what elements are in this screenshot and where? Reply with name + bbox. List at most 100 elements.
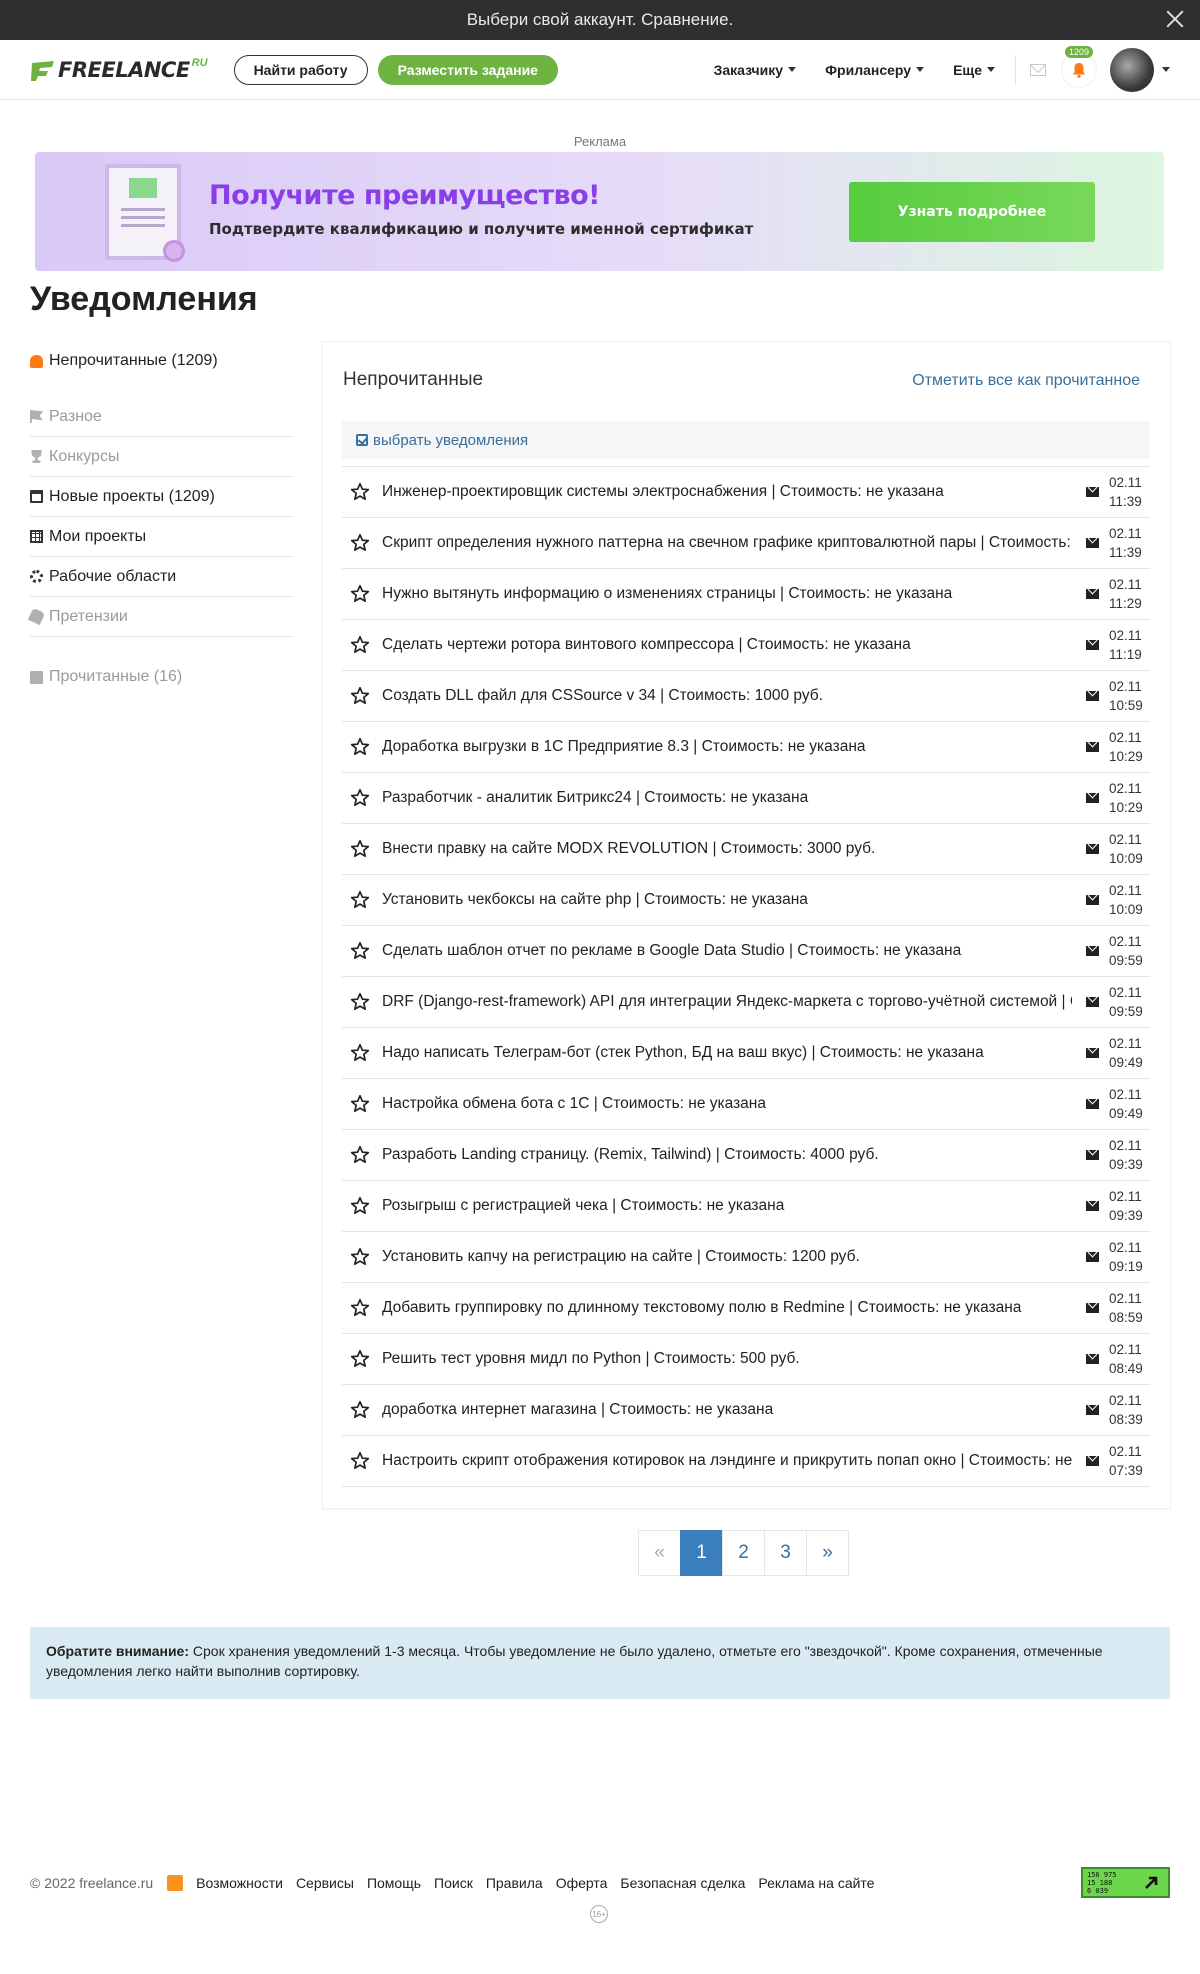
notification-text[interactable]: Создать DLL файл для CSSource v 34 | Сто… <box>382 687 1072 705</box>
star-icon[interactable] <box>350 1094 370 1114</box>
visit-counter[interactable]: 156 975 15 188 6 039 <box>1081 1867 1170 1898</box>
footer-link-features[interactable]: Возможности <box>196 1875 283 1891</box>
notification-row[interactable]: Установить чекбоксы на сайте php | Стоим… <box>342 875 1150 926</box>
envelope-icon[interactable] <box>1086 1048 1099 1058</box>
notification-row[interactable]: Скрипт определения нужного паттерна на с… <box>342 518 1150 569</box>
sidebar-item-my-projects[interactable]: Мои проекты <box>30 517 292 557</box>
envelope-icon[interactable] <box>1086 640 1099 650</box>
pagination-prev[interactable]: « <box>638 1530 681 1576</box>
star-icon[interactable] <box>350 584 370 604</box>
notification-text[interactable]: Внести правку на сайте MODX REVOLUTION |… <box>382 840 1072 858</box>
post-task-button[interactable]: Разместить задание <box>377 54 558 85</box>
pagination-page[interactable]: 2 <box>722 1530 765 1576</box>
notification-text[interactable]: Сделать чертежи ротора винтового компрес… <box>382 636 1072 654</box>
footer-link-services[interactable]: Сервисы <box>296 1875 354 1891</box>
envelope-icon[interactable] <box>1086 1252 1099 1262</box>
notification-text[interactable]: Добавить группировку по длинному текстов… <box>382 1299 1072 1317</box>
notification-row[interactable]: Разработчик - аналитик Битрикс24 | Стоим… <box>342 773 1150 824</box>
notification-text[interactable]: Настройка обмена бота с 1С | Стоимость: … <box>382 1095 1072 1113</box>
notification-text[interactable]: Установить чекбоксы на сайте php | Стоим… <box>382 891 1072 909</box>
sidebar-item-contests[interactable]: Конкурсы <box>30 437 292 477</box>
sidebar-item-misc[interactable]: Разное <box>30 397 292 437</box>
nav-client-dropdown[interactable]: Заказчику <box>714 62 797 78</box>
star-icon[interactable] <box>350 1247 370 1267</box>
star-icon[interactable] <box>350 1400 370 1420</box>
notification-row[interactable]: Создать DLL файл для CSSource v 34 | Сто… <box>342 671 1150 722</box>
notification-text[interactable]: Настроить скрипт отображения котировок н… <box>382 1452 1072 1470</box>
nav-freelancer-dropdown[interactable]: Фрилансеру <box>825 62 925 78</box>
star-icon[interactable] <box>350 992 370 1012</box>
sidebar-item-workspaces[interactable]: Рабочие области <box>30 557 292 597</box>
notification-text[interactable]: Надо написать Телеграм-бот (стек Python,… <box>382 1044 1072 1062</box>
star-icon[interactable] <box>350 788 370 808</box>
envelope-icon[interactable] <box>1086 1456 1099 1466</box>
sidebar-item-new-projects[interactable]: Новые проекты (1209) <box>30 477 292 517</box>
envelope-icon[interactable] <box>1086 1150 1099 1160</box>
footer-link-help[interactable]: Помощь <box>367 1875 421 1891</box>
footer-link-rules[interactable]: Правила <box>486 1875 543 1891</box>
star-icon[interactable] <box>350 737 370 757</box>
envelope-icon[interactable] <box>1086 538 1099 548</box>
site-logo[interactable]: FREELANCE RU <box>30 57 208 83</box>
envelope-icon[interactable] <box>1086 946 1099 956</box>
notification-text[interactable]: Скрипт определения нужного паттерна на с… <box>382 534 1072 552</box>
star-icon[interactable] <box>350 941 370 961</box>
mark-all-read-link[interactable]: Отметить все как прочитанное <box>912 372 1140 390</box>
notification-text[interactable]: Розыгрыш с регистрацией чека | Стоимость… <box>382 1197 1072 1215</box>
ad-banner[interactable]: Получите преимущество! Подтвердите квали… <box>35 152 1164 271</box>
notification-row[interactable]: Инженер-проектировщик системы электросна… <box>342 467 1150 518</box>
envelope-icon[interactable] <box>1086 1354 1099 1364</box>
envelope-icon[interactable] <box>1086 1405 1099 1415</box>
notification-row[interactable]: Установить капчу на регистрацию на сайте… <box>342 1232 1150 1283</box>
envelope-icon[interactable] <box>1086 589 1099 599</box>
notification-row[interactable]: Разработь Landing страницу. (Remix, Tail… <box>342 1130 1150 1181</box>
notification-row[interactable]: Доработка выгрузки в 1С Предприятие 8.3 … <box>342 722 1150 773</box>
envelope-icon[interactable] <box>1086 1099 1099 1109</box>
notification-row[interactable]: Настройка обмена бота с 1С | Стоимость: … <box>342 1079 1150 1130</box>
notification-text[interactable]: Доработка выгрузки в 1С Предприятие 8.3 … <box>382 738 1072 756</box>
star-icon[interactable] <box>350 1451 370 1471</box>
envelope-icon[interactable] <box>1086 793 1099 803</box>
sidebar-item-claims[interactable]: Претензии <box>27 597 292 637</box>
envelope-icon[interactable] <box>1086 997 1099 1007</box>
account-banner-text[interactable]: Выбери свой аккаунт. Сравнение. <box>467 10 734 30</box>
notification-row[interactable]: Внести правку на сайте MODX REVOLUTION |… <box>342 824 1150 875</box>
sidebar-item-unread[interactable]: Непрочитанные (1209) <box>30 345 292 377</box>
find-work-button[interactable]: Найти работу <box>233 54 368 85</box>
notification-row[interactable]: Решить тест уровня мидл по Python | Стои… <box>342 1334 1150 1385</box>
footer-link-safe-deal[interactable]: Безопасная сделка <box>620 1875 745 1891</box>
notification-text[interactable]: DRF (Django-rest-framework) API для инте… <box>382 993 1072 1011</box>
notification-text[interactable]: Установить капчу на регистрацию на сайте… <box>382 1248 1072 1266</box>
nav-more-dropdown[interactable]: Еще <box>953 62 995 78</box>
sidebar-item-read[interactable]: Прочитанные (16) <box>30 657 292 697</box>
notifications-button[interactable]: 1209 <box>1062 45 1096 87</box>
star-icon[interactable] <box>350 1349 370 1369</box>
footer-link-advertising[interactable]: Реклама на сайте <box>758 1875 874 1891</box>
footer-link-search[interactable]: Поиск <box>434 1875 473 1891</box>
notification-text[interactable]: доработка интернет магазина | Стоимость:… <box>382 1401 1072 1419</box>
star-icon[interactable] <box>350 1196 370 1216</box>
notification-row[interactable]: Розыгрыш с регистрацией чека | Стоимость… <box>342 1181 1150 1232</box>
avatar[interactable] <box>1110 47 1154 92</box>
star-icon[interactable] <box>350 1145 370 1165</box>
notification-row[interactable]: DRF (Django-rest-framework) API для инте… <box>342 977 1150 1028</box>
notification-text[interactable]: Сделать шаблон отчет по рекламе в Google… <box>382 942 1072 960</box>
envelope-icon[interactable] <box>1086 742 1099 752</box>
star-icon[interactable] <box>350 1298 370 1318</box>
star-icon[interactable] <box>350 890 370 910</box>
notification-row[interactable]: доработка интернет магазина | Стоимость:… <box>342 1385 1150 1436</box>
notification-row[interactable]: Настроить скрипт отображения котировок н… <box>342 1436 1150 1487</box>
envelope-icon[interactable] <box>1086 1303 1099 1313</box>
notification-text[interactable]: Разработчик - аналитик Битрикс24 | Стоим… <box>382 789 1072 807</box>
notification-row[interactable]: Добавить группировку по длинному текстов… <box>342 1283 1150 1334</box>
star-icon[interactable] <box>350 839 370 859</box>
envelope-icon[interactable] <box>1086 487 1099 497</box>
notification-row[interactable]: Нужно вытянуть информацию о изменениях с… <box>342 569 1150 620</box>
notification-row[interactable]: Надо написать Телеграм-бот (стек Python,… <box>342 1028 1150 1079</box>
star-icon[interactable] <box>350 482 370 502</box>
notification-text[interactable]: Инженер-проектировщик системы электросна… <box>382 483 1072 501</box>
envelope-icon[interactable] <box>1086 844 1099 854</box>
envelope-icon[interactable] <box>1086 895 1099 905</box>
pagination-next[interactable]: » <box>806 1530 849 1576</box>
mail-icon[interactable] <box>1030 63 1046 76</box>
